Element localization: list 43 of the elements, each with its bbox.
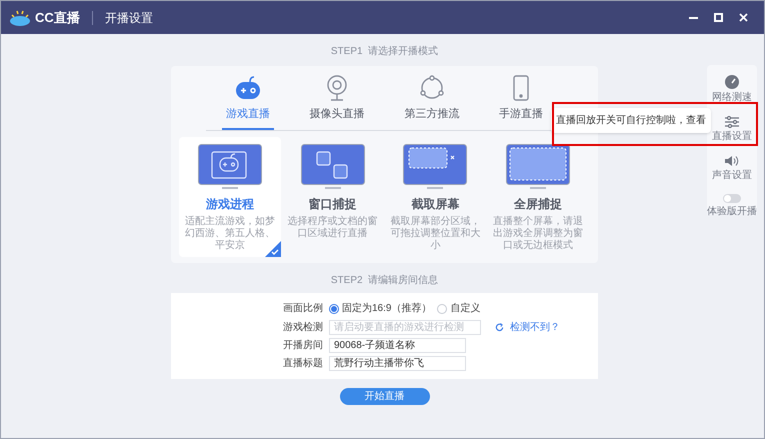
field-label: 画面比例 xyxy=(283,302,323,316)
mode-tab[interactable]: 手游直播 xyxy=(495,74,548,130)
speedometer-icon xyxy=(725,75,739,89)
capture-card[interactable]: 截取屏幕 截取屏幕部分区域，可拖拉调整位置和大小 xyxy=(384,136,486,256)
ratio-radio[interactable]: 自定义 xyxy=(437,301,480,316)
capture-card[interactable]: 游戏进程 适配主流游戏，如梦幻西游、第五人格、平安京 xyxy=(179,136,281,256)
text-field[interactable]: 90068-子频道名称 xyxy=(329,338,466,352)
text-field[interactable]: 荒野行动主播带你飞 xyxy=(329,356,466,370)
minimize-icon[interactable] xyxy=(689,16,698,18)
cloud-logo-icon xyxy=(9,10,31,26)
field-label: 游戏检测 xyxy=(283,320,323,334)
game-detect-field[interactable]: 请启动要直播的游戏进行检测 xyxy=(329,320,481,334)
speaker-icon xyxy=(725,155,739,167)
monitor-drawing xyxy=(403,144,468,190)
side-tool[interactable]: 声音设置 xyxy=(712,155,752,181)
monitor-drawing xyxy=(198,144,262,190)
side-tool[interactable]: 直播设置 xyxy=(712,116,752,142)
field-label: 开播房间 xyxy=(283,338,323,352)
check-corner-icon xyxy=(264,240,281,256)
window-title: 开播设置 xyxy=(104,10,153,26)
side-tool[interactable]: 网络测速 xyxy=(712,75,752,103)
mode-tab[interactable]: 摄像头直播 xyxy=(306,74,369,130)
field-label: 直播标题 xyxy=(283,356,323,370)
monitor-drawing xyxy=(300,144,365,190)
mode-tab[interactable]: 游戏直播 xyxy=(222,74,274,130)
capture-card[interactable]: 全屏捕捉 直播整个屏幕，请退出游戏全屏调整为窗口或无边框模式 xyxy=(487,136,589,256)
toggle-switch[interactable] xyxy=(723,194,741,203)
sliders-icon xyxy=(725,116,739,128)
monitor-drawing xyxy=(506,144,570,190)
gamepad-icon xyxy=(234,74,262,102)
app-logo: CC直播 xyxy=(35,8,80,27)
mode-tab[interactable]: 第三方推流 xyxy=(400,74,464,130)
capture-card[interactable]: 窗口捕捉 选择程序或文档的窗口区域进行直播 xyxy=(282,136,384,256)
start-live-button[interactable]: 开始直播 xyxy=(340,388,430,404)
ratio-radio[interactable]: 固定为16:9（推荐） xyxy=(329,301,432,316)
side-tool[interactable]: 体验版开播 xyxy=(707,194,757,217)
detect-help-link[interactable]: 检测不到？ xyxy=(510,320,560,334)
step-label: STEP1 请选择开播模式 xyxy=(330,44,438,59)
refresh-icon xyxy=(495,322,504,332)
maximize-icon[interactable] xyxy=(714,13,723,22)
close-icon[interactable] xyxy=(739,13,748,22)
step-label: STEP2 请编辑房间信息 xyxy=(330,274,438,288)
tooltip: 直播回放开关可自行控制啦，查看 xyxy=(551,108,711,133)
